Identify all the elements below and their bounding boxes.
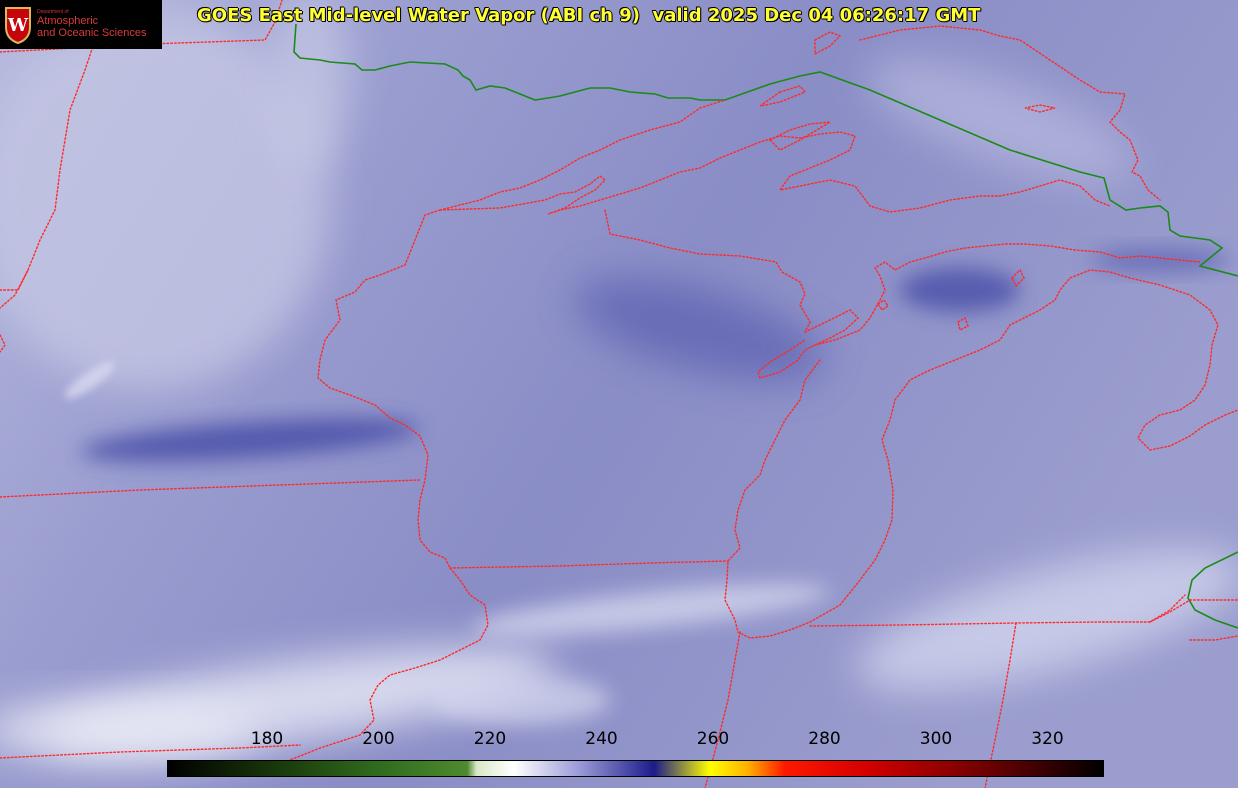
svg-text:W: W xyxy=(7,15,29,36)
water-vapor-satellite-map xyxy=(0,0,1238,788)
logo-line-2: and Oceanic Sciences xyxy=(37,26,147,39)
logo-line-1: Atmospheric xyxy=(37,15,99,28)
map-title: GOES East Mid-level Water Vapor (ABI ch … xyxy=(197,5,981,26)
uw-seal-icon: W xyxy=(5,6,31,44)
aos-logo: W Department of Atmospheric and Oceanic … xyxy=(0,0,162,49)
logo-text: Department of Atmospheric and Oceanic Sc… xyxy=(37,9,147,39)
colorbar xyxy=(167,760,1104,777)
